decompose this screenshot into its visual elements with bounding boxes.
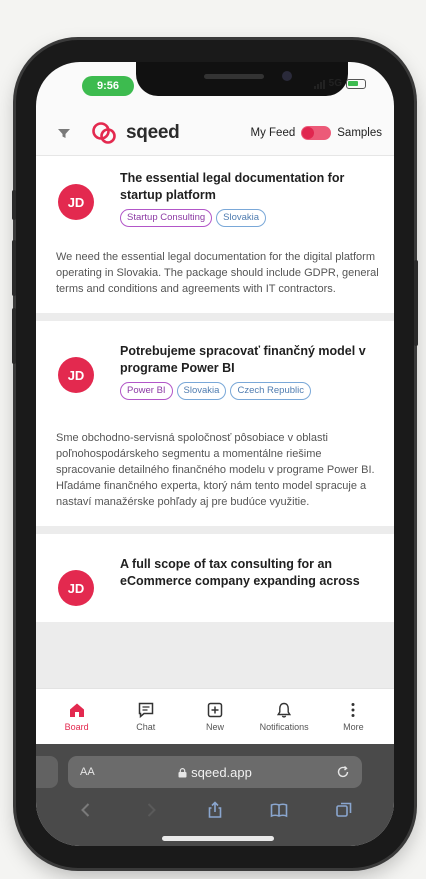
- back-icon[interactable]: [76, 800, 96, 820]
- reload-icon[interactable]: [336, 765, 350, 779]
- browser-toolbar: AA sqeed.app: [36, 744, 394, 846]
- card-header: JD The essential legal documentation for…: [50, 170, 380, 227]
- card-head: Potrebujeme spracovať finančný model v p…: [120, 343, 380, 400]
- tab-board[interactable]: Board: [45, 701, 109, 732]
- status-indicators: 5G: [313, 78, 366, 89]
- avatar[interactable]: JD: [58, 357, 94, 393]
- url-text: sqeed.app: [68, 765, 362, 780]
- tab-notifications[interactable]: Notifications: [252, 701, 316, 732]
- avatar[interactable]: JD: [58, 184, 94, 220]
- tab-label: More: [343, 722, 364, 732]
- tag-chip[interactable]: Slovakia: [176, 382, 227, 400]
- filter-icon[interactable]: [56, 125, 72, 141]
- card-head: A full scope of tax consulting for an eC…: [120, 556, 380, 590]
- samples-label[interactable]: Samples: [337, 127, 382, 139]
- tag-chip[interactable]: Power BI: [120, 382, 173, 400]
- tag-chip[interactable]: Czech Republic: [230, 382, 312, 400]
- signal-icon: [313, 79, 325, 89]
- card-header: JD A full scope of tax consulting for an…: [50, 556, 380, 606]
- card-description: Sme obchodno-servisná spoločnosť pôsobia…: [56, 432, 375, 508]
- volume-down-button: [12, 308, 16, 364]
- tab-label: New: [205, 722, 224, 732]
- browser-tools: [36, 800, 394, 820]
- tab-label: Chat: [136, 722, 156, 732]
- side-button: [12, 190, 16, 220]
- card-title[interactable]: The essential legal documentation for st…: [120, 170, 380, 204]
- card-description: We need the essential legal documentatio…: [56, 251, 379, 295]
- volume-up-button: [12, 240, 16, 296]
- more-vertical-icon: [351, 703, 355, 717]
- home-indicator: [162, 836, 274, 841]
- front-camera: [282, 71, 292, 81]
- app-header: sqeed My Feed Samples: [36, 110, 394, 156]
- tabs-icon[interactable]: [334, 800, 354, 820]
- tab-chat[interactable]: Chat: [114, 701, 178, 732]
- feed-toggle-group: My Feed Samples: [251, 125, 382, 140]
- card-title[interactable]: Potrebujeme spracovať finančný model v p…: [120, 343, 380, 377]
- bell-icon: [277, 702, 292, 718]
- feed-card[interactable]: JD The essential legal documentation for…: [36, 156, 394, 313]
- battery-icon: [346, 78, 366, 89]
- feed-card[interactable]: JD A full scope of tax consulting for an…: [36, 534, 394, 622]
- share-icon[interactable]: [205, 800, 225, 820]
- card-title[interactable]: A full scope of tax consulting for an eC…: [120, 556, 380, 590]
- tab-more[interactable]: More: [321, 701, 385, 732]
- phone-frame: 9:56 5G sqeed My Feed Samples JD The ess…: [12, 40, 418, 868]
- feed-samples-toggle[interactable]: [301, 125, 332, 140]
- tag-chip[interactable]: Startup Consulting: [120, 209, 213, 227]
- brand-name: sqeed: [126, 121, 180, 143]
- feed-list[interactable]: JD The essential legal documentation for…: [36, 156, 394, 688]
- lock-icon: [178, 767, 187, 777]
- card-header: JD Potrebujeme spracovať finančný model …: [50, 343, 380, 400]
- home-icon: [69, 703, 84, 717]
- chat-icon: [138, 702, 154, 719]
- card-head: The essential legal documentation for st…: [120, 170, 380, 227]
- address-bar[interactable]: AA sqeed.app: [68, 756, 362, 788]
- sqeed-logo-icon: [92, 121, 116, 144]
- previous-tab-peek[interactable]: [36, 756, 58, 788]
- power-button: [414, 260, 418, 346]
- avatar[interactable]: JD: [58, 570, 94, 606]
- tab-label: Notifications: [259, 722, 309, 732]
- url-value: sqeed.app: [191, 764, 252, 780]
- network-label: 5G: [328, 78, 342, 89]
- bottom-tab-bar: Board Chat New Notifications More: [36, 688, 394, 744]
- feed-card[interactable]: JD Potrebujeme spracovať finančný model …: [36, 321, 394, 526]
- my-feed-label[interactable]: My Feed: [251, 127, 296, 139]
- status-time: 9:56: [82, 76, 134, 96]
- tag-chip[interactable]: Slovakia: [216, 209, 267, 227]
- speaker: [204, 74, 264, 79]
- tag-list: Startup Consulting Slovakia: [120, 209, 380, 227]
- phone-screen: 9:56 5G sqeed My Feed Samples JD The ess…: [36, 62, 394, 846]
- tab-label: Board: [64, 722, 89, 732]
- tab-new[interactable]: New: [183, 701, 247, 732]
- bookmarks-icon[interactable]: [269, 800, 289, 820]
- forward-icon[interactable]: [141, 800, 161, 820]
- status-bar: 9:56 5G: [36, 62, 394, 110]
- plus-square-icon: [207, 702, 223, 718]
- reader-settings-button[interactable]: AA: [80, 766, 95, 778]
- brand-logo[interactable]: sqeed: [90, 120, 180, 146]
- tag-list: Power BI Slovakia Czech Republic: [120, 382, 380, 400]
